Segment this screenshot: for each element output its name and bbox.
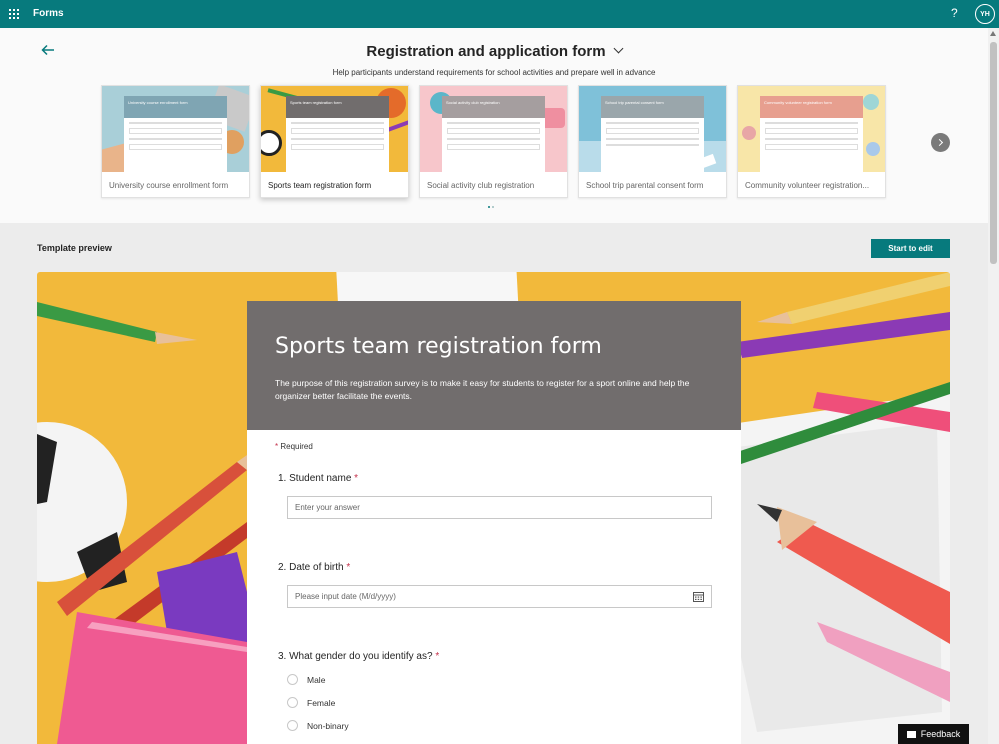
- carousel-dots: [488, 206, 494, 208]
- page-scrollbar[interactable]: [988, 28, 999, 744]
- input-placeholder: Please input date (M/d/yyyy): [295, 592, 396, 601]
- template-thumbnail: Community volunteer registration form: [738, 86, 885, 172]
- app-name[interactable]: Forms: [33, 8, 64, 19]
- template-card-label: University course enrollment form: [109, 181, 229, 190]
- required-note: * Required: [275, 442, 313, 451]
- template-card-label: School trip parental consent form: [586, 181, 704, 190]
- question-label: 2. Date of birth: [278, 562, 344, 573]
- radio-button[interactable]: [287, 720, 298, 731]
- carousel-dot[interactable]: [488, 206, 490, 208]
- question-label: 1. Student name: [278, 473, 352, 484]
- radio-button[interactable]: [287, 697, 298, 708]
- required-star: *: [435, 651, 440, 662]
- option-label: Male: [307, 674, 326, 685]
- template-card-university[interactable]: University course enrollment form Univer…: [101, 85, 250, 198]
- top-bar: Forms ? YH: [0, 0, 999, 28]
- category-subtitle: Help participants understand requirement…: [332, 68, 656, 77]
- template-card-social[interactable]: Social activity club registration Social…: [419, 85, 568, 198]
- required-note-text: Required: [280, 442, 313, 451]
- form-preview: Sports team registration form The purpos…: [247, 301, 741, 744]
- selected-pointer: [324, 241, 344, 251]
- template-thumbnail: Sports team registration form: [261, 86, 408, 172]
- help-icon[interactable]: ?: [951, 6, 958, 20]
- template-card-label: Social activity club registration: [427, 181, 535, 190]
- template-chooser: Registration and application form Help p…: [0, 28, 988, 251]
- template-card-school-trip[interactable]: School trip parental consent form School…: [578, 85, 727, 198]
- form-header: Sports team registration form The purpos…: [247, 301, 741, 430]
- template-card-sports[interactable]: Sports team registration form Sports tea…: [260, 85, 409, 198]
- input-placeholder: Enter your answer: [295, 503, 360, 512]
- chevron-down-icon: [613, 43, 624, 54]
- feedback-icon: [906, 730, 916, 738]
- calendar-icon[interactable]: [693, 591, 704, 602]
- category-title-text: Registration and application form: [366, 43, 606, 60]
- student-name-input[interactable]: Enter your answer: [287, 496, 712, 519]
- form-description: The purpose of this registration survey …: [275, 378, 690, 401]
- question-title: 3. What gender do you identify as? *: [278, 651, 439, 662]
- gender-option-non-binary[interactable]: Non-binary: [287, 720, 349, 731]
- template-card-community[interactable]: Community volunteer registration form Co…: [737, 85, 886, 198]
- question-title: 2. Date of birth *: [278, 562, 350, 573]
- gender-option-female[interactable]: Female: [287, 697, 335, 708]
- required-star: *: [275, 442, 279, 451]
- date-of-birth-input[interactable]: Please input date (M/d/yyyy): [287, 585, 712, 608]
- chevron-right-icon: [935, 138, 944, 147]
- scrollbar-thumb[interactable]: [990, 42, 997, 264]
- carousel-dot[interactable]: [492, 206, 494, 208]
- feedback-button[interactable]: Feedback: [898, 724, 969, 744]
- question-label: 3. What gender do you identify as?: [278, 651, 433, 662]
- scroll-up-arrow-icon[interactable]: [990, 31, 996, 36]
- template-card-label: Community volunteer registration...: [745, 181, 870, 190]
- template-thumbnail: School trip parental consent form: [579, 86, 726, 172]
- question-title: 1. Student name *: [278, 473, 358, 484]
- next-templates-button[interactable]: [931, 133, 950, 152]
- option-label: Non-binary: [307, 720, 349, 731]
- category-title[interactable]: Registration and application form: [0, 43, 988, 60]
- required-star: *: [354, 473, 359, 484]
- feedback-label: Feedback: [920, 729, 961, 739]
- form-title: Sports team registration form: [275, 334, 602, 359]
- preview-label: Template preview: [37, 243, 112, 253]
- template-card-label: Sports team registration form: [268, 181, 372, 190]
- avatar[interactable]: YH: [975, 4, 995, 24]
- app-launcher-icon[interactable]: [9, 9, 19, 19]
- option-label: Female: [307, 697, 336, 708]
- start-to-edit-button[interactable]: Start to edit: [871, 239, 950, 258]
- radio-button[interactable]: [287, 674, 298, 685]
- template-thumbnail: Social activity club registration: [420, 86, 567, 172]
- template-thumbnail: University course enrollment form: [102, 86, 249, 172]
- required-star: *: [346, 562, 351, 573]
- gender-option-male[interactable]: Male: [287, 674, 325, 685]
